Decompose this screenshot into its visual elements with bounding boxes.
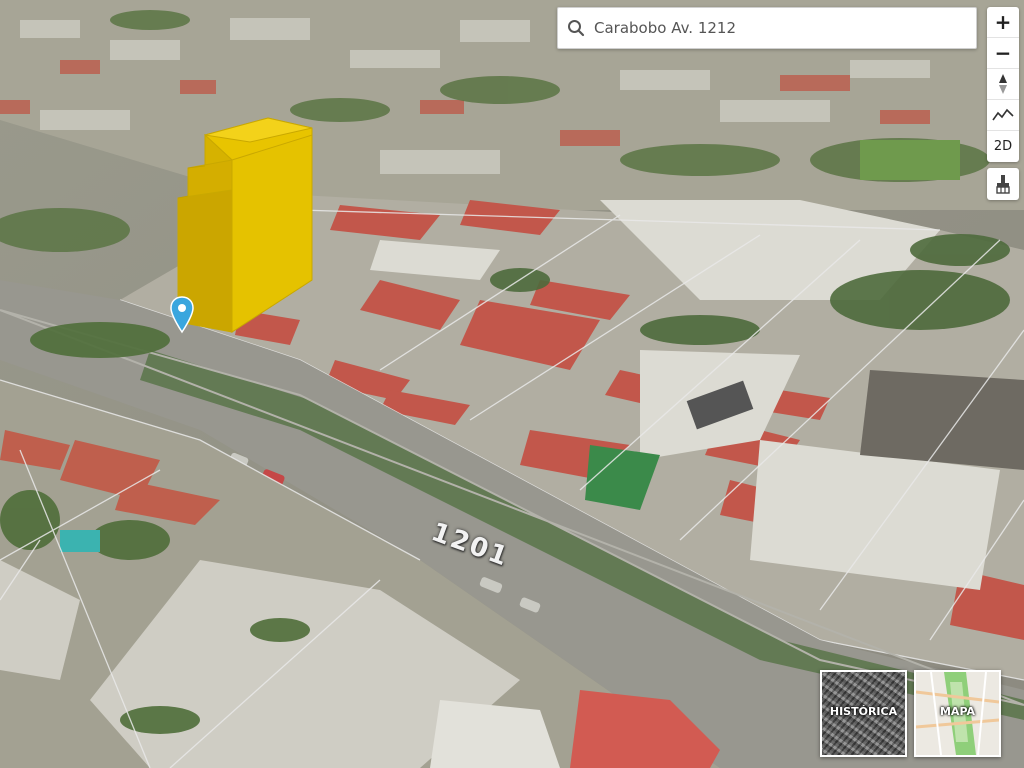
clear-button[interactable] xyxy=(987,168,1019,200)
layer-mapa-button[interactable]: MAPA xyxy=(914,670,1001,757)
broom-icon xyxy=(996,175,1010,194)
location-marker-icon[interactable] xyxy=(169,296,195,334)
layer-historica-button[interactable]: HISTÓRICA xyxy=(820,670,907,757)
map-controls: + − 2D xyxy=(987,7,1019,162)
search-box xyxy=(557,7,977,49)
terrain-button[interactable] xyxy=(987,100,1019,131)
terrain-profile-icon xyxy=(992,108,1014,121)
compass-icon xyxy=(999,74,1007,94)
compass-button[interactable] xyxy=(987,69,1019,100)
search-icon[interactable] xyxy=(558,8,594,48)
layer-mapa-label: MAPA xyxy=(939,705,976,718)
toggle-2d-button[interactable]: 2D xyxy=(987,131,1019,162)
search-input[interactable] xyxy=(594,19,964,37)
map-view[interactable]: 1201 xyxy=(0,0,1024,768)
zoom-out-button[interactable]: − xyxy=(987,38,1019,69)
layer-historica-label: HISTÓRICA xyxy=(829,705,898,718)
aerial-imagery xyxy=(0,0,1024,768)
zoom-in-button[interactable]: + xyxy=(987,7,1019,38)
